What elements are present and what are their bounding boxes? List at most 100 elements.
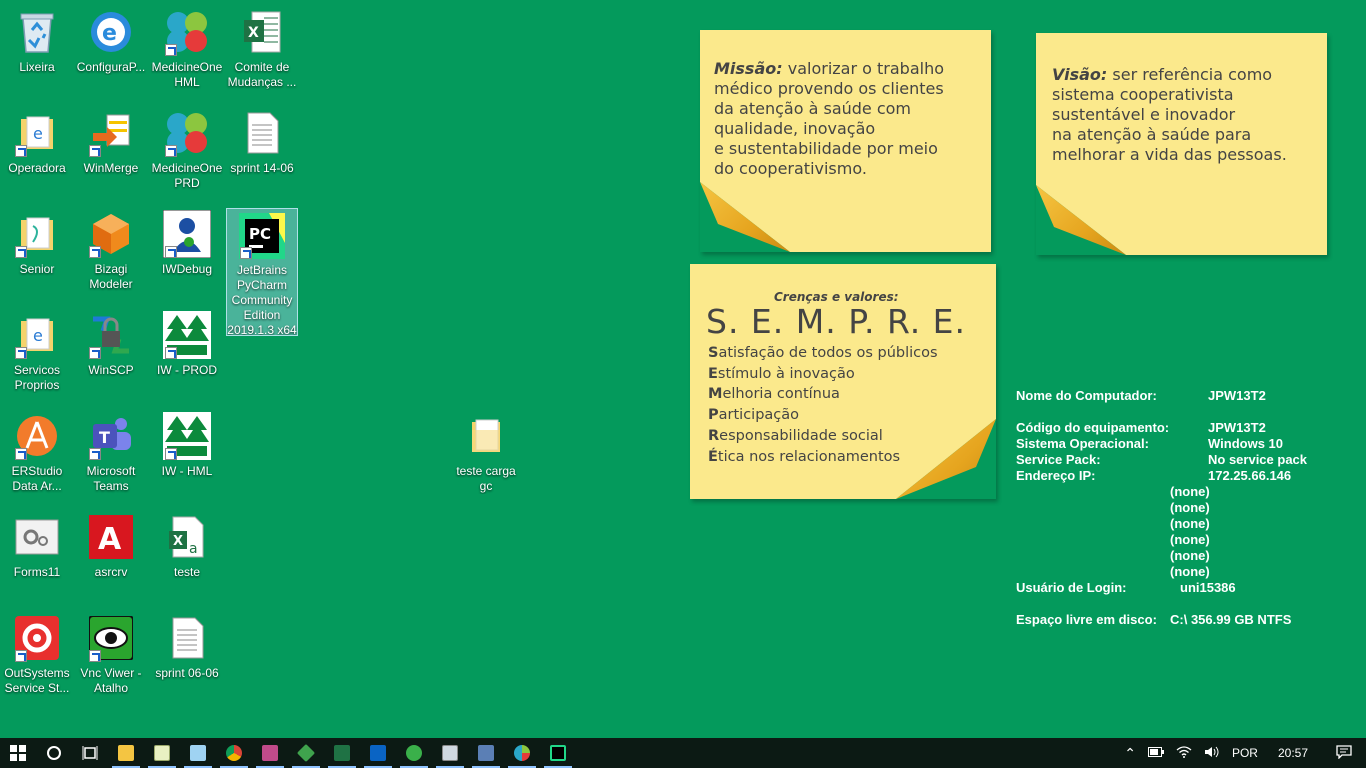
value-initial: P xyxy=(708,407,719,424)
disk-value: C:\ 356.99 GB NTFS xyxy=(1170,612,1292,627)
desktop-icon-label: Senior xyxy=(19,262,55,276)
text-file-icon xyxy=(163,614,211,662)
shortcut-arrow-icon xyxy=(89,448,101,460)
desktop-icon-comite[interactable]: X Comite de Mudanças ... xyxy=(226,3,298,99)
notification-center-icon[interactable] xyxy=(1322,744,1366,762)
desktop-icon-teste[interactable]: Xa teste xyxy=(151,508,223,604)
desktop-icon-winmerge[interactable]: WinMerge xyxy=(75,104,147,200)
iw-tree-icon xyxy=(163,412,211,460)
shortcut-arrow-icon xyxy=(89,347,101,359)
desktop-icon-label: ConfiguraP... xyxy=(76,60,146,74)
battery-icon[interactable] xyxy=(1142,746,1170,760)
medicineone-clover-icon xyxy=(514,745,530,761)
desktop-icon-label: sprint 14-06 xyxy=(230,161,294,175)
desktop-icon-senior[interactable]: Senior xyxy=(1,205,73,301)
taskbar-notepad[interactable] xyxy=(144,738,180,768)
value-rest: stímulo à inovação xyxy=(717,365,855,382)
value-initial: E xyxy=(708,365,718,382)
desktop-icon-label: IW - PROD xyxy=(157,363,217,377)
desktop-icon-winscp[interactable]: WinSCP xyxy=(75,306,147,402)
taskbar-notes-app[interactable] xyxy=(180,738,216,768)
windows-logo-icon xyxy=(10,745,26,761)
language-indicator[interactable]: POR xyxy=(1226,746,1264,760)
visao-line: melhorar a vida das pessoas. xyxy=(1052,145,1287,164)
svg-text:a: a xyxy=(189,541,198,557)
taskbar-file-explorer[interactable] xyxy=(108,738,144,768)
shortcut-arrow-icon xyxy=(15,448,27,460)
desktop-icon-label: WinMerge xyxy=(83,161,139,175)
desktop-icon-iw-hml[interactable]: IW - HML xyxy=(151,407,223,503)
desktop-icon-operadora[interactable]: e Operadora xyxy=(1,104,73,200)
equipment-code-label: Código do equipamento: xyxy=(1016,420,1170,435)
desktop-icon-outsystems[interactable]: OutSystems Service St... xyxy=(1,609,73,705)
value-item: Satisfação de todos os públicos xyxy=(708,343,938,364)
desktop-icon-sprint-14-06[interactable]: sprint 14-06 xyxy=(226,104,298,200)
sticky-note-crencas: Crenças e valores: S. E. M. P. R. E. Sat… xyxy=(690,264,996,499)
vnc-eye-icon xyxy=(87,614,135,662)
shortcut-arrow-icon xyxy=(89,246,101,258)
recycle-bin-icon xyxy=(13,8,61,56)
os-label: Sistema Operacional: xyxy=(1016,436,1149,451)
clock[interactable]: 20:57 xyxy=(1264,746,1322,760)
shortcut-arrow-icon xyxy=(89,145,101,157)
taskbar-outlook[interactable] xyxy=(360,738,396,768)
desktop-icon-pycharm[interactable]: PC JetBrains PyCharm Community Edition 2… xyxy=(226,208,298,336)
desktop-icon-vnc-viewer[interactable]: Vnc Viwer - Atalho xyxy=(75,609,147,705)
desktop-icon-sprint-06-06[interactable]: sprint 06-06 xyxy=(151,609,223,705)
visao-line: na atenção à saúde para xyxy=(1052,125,1252,144)
desktop-icon-configurap[interactable]: e ConfiguraP... xyxy=(75,3,147,99)
desktop-icon-asrcrv[interactable]: A asrcrv xyxy=(75,508,147,604)
excel-file-icon: Xa xyxy=(163,513,211,561)
desktop-icon-label: Operadora xyxy=(8,161,66,175)
value-initial: M xyxy=(708,386,723,403)
taskbar-app-network[interactable] xyxy=(432,738,468,768)
task-view-button[interactable] xyxy=(72,738,108,768)
desktop-icon-label: Servicos Proprios xyxy=(13,363,60,392)
value-rest: esponsabilidade social xyxy=(719,427,883,444)
desktop-icon-lixeira[interactable]: Lixeira xyxy=(1,3,73,99)
taskbar-chrome[interactable] xyxy=(216,738,252,768)
desktop-icon-erstudio[interactable]: ERStudio Data Ar... xyxy=(1,407,73,503)
shortcut-arrow-icon xyxy=(165,44,177,56)
value-item: Estímulo à inovação xyxy=(708,364,938,385)
taskbar-excel[interactable] xyxy=(324,738,360,768)
taskbar-app-clover[interactable] xyxy=(504,738,540,768)
shortcut-arrow-icon xyxy=(15,650,27,662)
notepad-icon xyxy=(154,745,170,761)
desktop-icon-label: WinSCP xyxy=(88,363,134,377)
value-item: Melhoria contínua xyxy=(708,384,938,405)
wifi-icon[interactable] xyxy=(1170,745,1198,761)
missao-line: da atenção à saúde com xyxy=(714,99,912,118)
taskbar-app-remote[interactable] xyxy=(468,738,504,768)
svg-text:A: A xyxy=(98,522,122,557)
bizagi-cube-icon xyxy=(87,210,135,258)
desktop-icon-medicineone-hml[interactable]: MedicineOne HML xyxy=(151,3,223,99)
taskbar-app-green-diamond[interactable] xyxy=(288,738,324,768)
shortcut-arrow-icon xyxy=(165,145,177,157)
os-value: Windows 10 xyxy=(1208,436,1284,451)
taskbar-pycharm[interactable] xyxy=(540,738,576,768)
leaf-icon xyxy=(406,745,422,761)
chevron-up-icon[interactable]: ⌃ xyxy=(1118,745,1142,762)
desktop-icon-medicineone-prd[interactable]: MedicineOne PRD xyxy=(151,104,223,200)
start-button[interactable] xyxy=(0,738,36,768)
search-button[interactable] xyxy=(36,738,72,768)
desktop-icon-iwdebug[interactable]: IWDebug xyxy=(151,205,223,301)
desktop-icon-iw-prod[interactable]: IW - PROD xyxy=(151,306,223,402)
desktop-icon-label: asrcrv xyxy=(94,565,128,579)
folder-icon xyxy=(13,210,61,258)
shortcut-arrow-icon xyxy=(165,448,177,460)
desktop-icon-label: Vnc Viwer - Atalho xyxy=(80,666,142,695)
desktop-icon-teams[interactable]: T Microsoft Teams xyxy=(75,407,147,503)
desktop-icon-bizagi[interactable]: Bizagi Modeler xyxy=(75,205,147,301)
desktop-icon-forms11[interactable]: Forms11 xyxy=(1,508,73,604)
desktop-icon-servicos-proprios[interactable]: e Servicos Proprios xyxy=(1,306,73,402)
missao-line: do cooperativismo. xyxy=(714,159,867,178)
volume-icon[interactable] xyxy=(1198,746,1226,761)
taskbar-app-pink[interactable] xyxy=(252,738,288,768)
visao-line: ser referência como xyxy=(1107,65,1273,84)
taskbar-app-green-leaf[interactable] xyxy=(396,738,432,768)
value-rest: tica nos relacionamentos xyxy=(717,448,901,465)
desktop-icon-teste-carga-gc[interactable]: teste carga gc xyxy=(450,407,522,503)
svg-text:X: X xyxy=(248,25,259,41)
